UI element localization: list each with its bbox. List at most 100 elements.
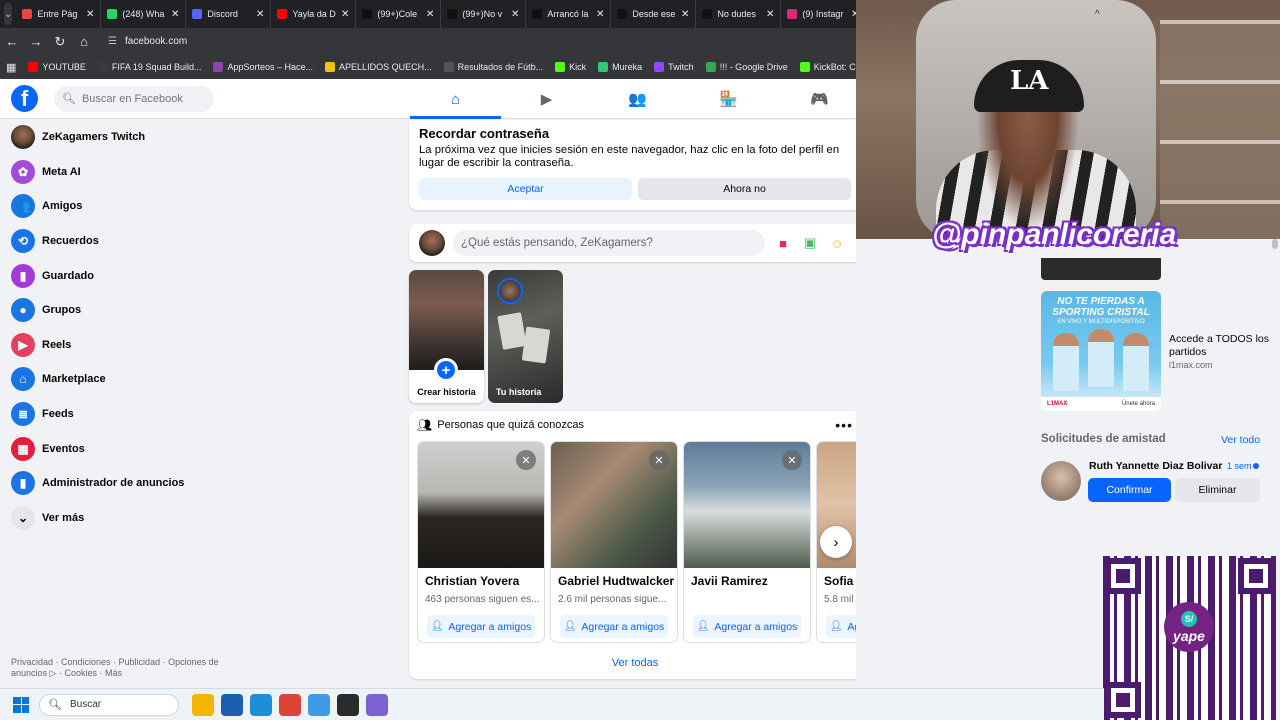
browser-tab[interactable]: (99+)Cole ✕ <box>356 0 442 28</box>
person-photo[interactable]: ✕ <box>684 442 810 568</box>
site-info-icon[interactable]: ☰ <box>108 36 117 47</box>
person-name[interactable]: Sofia Vi <box>817 568 861 588</box>
tray-chevron-icon[interactable]: ^ <box>1095 9 1100 20</box>
dismiss-icon[interactable]: ✕ <box>649 450 669 470</box>
address-bar[interactable]: ☰ facebook.com <box>102 30 842 53</box>
forward-icon[interactable]: → <box>24 34 48 49</box>
browser-tab[interactable]: Desde ese ✕ <box>611 0 697 28</box>
sidebar-item-eventos[interactable]: ▦ Eventos <box>0 431 230 466</box>
discord-icon[interactable] <box>366 693 388 716</box>
tab-close-icon[interactable]: ✕ <box>86 9 94 20</box>
file-explorer-icon[interactable] <box>192 693 214 716</box>
tab-close-icon[interactable]: ✕ <box>766 9 774 20</box>
tab-search-icon[interactable]: ⌄ <box>4 3 13 25</box>
taskbar-search[interactable]: 🔍︎ Buscar <box>39 693 179 716</box>
tab-close-icon[interactable]: ✕ <box>171 9 179 20</box>
see-all-link[interactable]: Ver todas <box>409 657 861 669</box>
back-icon[interactable]: ← <box>0 34 24 49</box>
home-icon[interactable]: ⌂ <box>72 34 96 49</box>
nav-tab-marketplace[interactable]: 🏪 <box>683 79 774 119</box>
notepad-icon[interactable] <box>308 693 330 716</box>
nav-tab-video[interactable]: ▶ <box>501 79 592 119</box>
bookmark-item[interactable]: Mureka <box>598 62 642 72</box>
browser-tab[interactable]: Arrancó la ✕ <box>526 0 612 28</box>
browser-tab[interactable]: (248) Wha ✕ <box>101 0 187 28</box>
ad-text[interactable]: Accede a TODOS los partidos <box>1169 333 1269 359</box>
person-name[interactable]: Javii Ramirez <box>684 568 810 588</box>
sidebar-item-reels[interactable]: ▶ Reels <box>0 328 230 363</box>
tab-close-icon[interactable]: ✕ <box>511 9 519 20</box>
sidebar-item-ver-m-s[interactable]: ⌄ Ver más <box>0 501 230 536</box>
sidebar-item-grupos[interactable]: ● Grupos <box>0 293 230 328</box>
sponsored-ad-image[interactable]: NO TE PIERDAS A SPORTING CRISTAL EN VIVO… <box>1041 291 1161 411</box>
tab-close-icon[interactable]: ✕ <box>341 9 349 20</box>
person-name[interactable]: Christian Yovera <box>418 568 544 588</box>
next-arrow-icon[interactable]: › <box>820 526 852 558</box>
bookmark-item[interactable]: APELLIDOS QUECH... <box>325 62 432 72</box>
footer-links[interactable]: Privacidad · Condiciones · Publicidad · … <box>11 657 221 679</box>
browser-tab[interactable]: (9) Instagr✕ <box>781 0 867 28</box>
delete-button[interactable]: Eliminar <box>1175 478 1260 502</box>
feeling-icon[interactable]: ☺ <box>828 234 846 252</box>
bookmark-item[interactable]: Twitch <box>654 62 694 72</box>
browser-tab[interactable]: No dudes ✕ <box>696 0 782 28</box>
nav-tab-home[interactable]: ⌂ <box>410 79 501 119</box>
composer-input[interactable]: ¿Qué estás pensando, ZeKagamers? <box>453 230 765 256</box>
person-card[interactable]: ✕ Christian Yovera 463 personas siguen es.… <box>417 441 545 643</box>
edge-icon[interactable] <box>250 693 272 716</box>
add-friend-button[interactable]: 👤︎ Agregar a amigos <box>693 615 801 638</box>
accept-button[interactable]: Aceptar <box>419 178 632 200</box>
person-photo[interactable]: ✕ <box>418 442 544 568</box>
bookmark-item[interactable]: Kick <box>555 62 586 72</box>
bookmark-item[interactable]: FIFA 19 Squad Build... <box>97 62 201 72</box>
person-photo[interactable]: ✕ <box>551 442 677 568</box>
sidebar-item-feeds[interactable]: ≣ Feeds <box>0 397 230 432</box>
see-all-requests-link[interactable]: Ver todo <box>1221 434 1260 446</box>
tab-close-icon[interactable]: ✕ <box>256 9 264 20</box>
tab-close-icon[interactable]: ✕ <box>681 9 689 20</box>
tab-close-icon[interactable]: ✕ <box>426 9 434 20</box>
sidebar-item-administrador-de-anuncios[interactable]: ▮ Administrador de anuncios <box>0 466 230 501</box>
requester-name[interactable]: Ruth Yannette Diaz Bolivar <box>1089 460 1222 472</box>
dismiss-icon[interactable]: ✕ <box>782 450 802 470</box>
obs-icon[interactable] <box>337 693 359 716</box>
person-card[interactable]: ✕ Javii Ramirez 👤︎ Agregar a amigos <box>683 441 811 643</box>
bookmark-item[interactable]: AppSorteos – Hace... <box>213 62 313 72</box>
bookmark-item[interactable]: Resultados de Fútb... <box>443 62 543 72</box>
avatar[interactable] <box>1041 461 1081 501</box>
add-friend-button[interactable]: 👤︎ Agregar a amigos <box>427 615 535 638</box>
apps-grid-icon[interactable]: ▦ <box>6 61 16 74</box>
browser-tab[interactable]: Yayla da D ✕ <box>271 0 357 28</box>
store-icon[interactable] <box>221 693 243 716</box>
confirm-button[interactable]: Confirmar <box>1088 478 1171 502</box>
facebook-logo[interactable]: f <box>11 85 38 112</box>
chrome-icon[interactable] <box>279 693 301 716</box>
more-options-icon[interactable]: ••• <box>835 417 853 433</box>
person-name[interactable]: Gabriel Hudtwalcker <box>551 568 677 588</box>
dismiss-icon[interactable]: ✕ <box>516 450 536 470</box>
create-story-card[interactable]: + Crear historia <box>409 270 484 403</box>
browser-tab[interactable]: Entre Pág ✕ <box>16 0 102 28</box>
sidebar-item-marketplace[interactable]: ⌂ Marketplace <box>0 362 230 397</box>
bookmark-item[interactable]: YOUTUBE <box>28 62 86 72</box>
not-now-button[interactable]: Ahora no <box>638 178 851 200</box>
person-card[interactable]: ✕ Gabriel Hudtwalcker 2.6 mil personas sig… <box>550 441 678 643</box>
your-story-card[interactable]: Tu historia <box>488 270 563 403</box>
sidebar-item-meta-ai[interactable]: ✿ Meta AI <box>0 155 230 190</box>
avatar[interactable] <box>419 230 445 256</box>
sidebar-item-guardado[interactable]: ▮ Guardado <box>0 258 230 293</box>
photo-icon[interactable]: ▣ <box>801 234 819 252</box>
search-input[interactable] <box>81 92 212 105</box>
sidebar-item-recuerdos[interactable]: ⟲ Recuerdos <box>0 224 230 259</box>
sidebar-item-zekagamers-twitch[interactable]: ZeKagamers Twitch <box>0 120 230 155</box>
reload-icon[interactable]: ↻ <box>48 34 72 50</box>
add-friend-button[interactable]: 👤︎ Agregar a amigos <box>560 615 668 638</box>
sidebar-item-amigos[interactable]: 👥 Amigos <box>0 189 230 224</box>
browser-tab[interactable]: Discord ✕ <box>186 0 272 28</box>
facebook-search[interactable]: 🔍︎ <box>54 85 214 112</box>
plus-icon[interactable]: + <box>434 358 458 382</box>
scrollbar-thumb[interactable] <box>1272 239 1278 249</box>
live-video-icon[interactable]: ■ <box>774 234 792 252</box>
nav-tab-friends[interactable]: 👥 <box>592 79 683 119</box>
windows-start-icon[interactable] <box>13 696 29 713</box>
